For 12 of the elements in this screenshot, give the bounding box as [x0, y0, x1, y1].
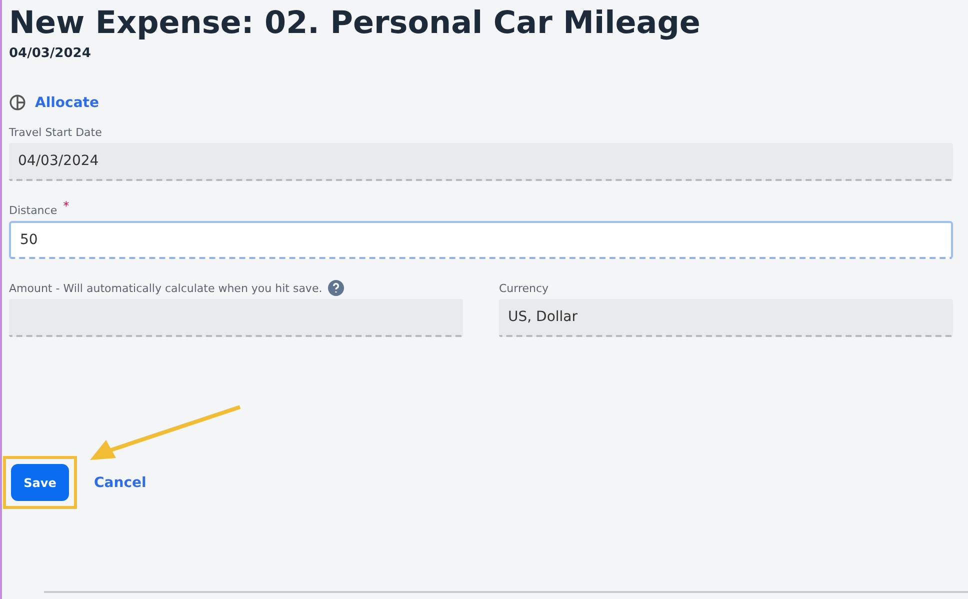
required-mark: * [63, 199, 70, 213]
allocate-link[interactable]: Allocate [35, 94, 99, 110]
page-title: New Expense: 02. Personal Car Mileage [9, 4, 702, 43]
field-label: Distance [9, 204, 58, 216]
field-label: Amount - Will automatically calculate when you hit save. [9, 282, 322, 294]
cancel-link[interactable]: Cancel [94, 474, 146, 490]
field-label: Currency [499, 282, 549, 294]
field-label: Travel Start Date [9, 126, 102, 138]
save-button[interactable]: Save [11, 464, 69, 501]
input-field[interactable]: 50 [9, 221, 953, 259]
expense-date: 04/03/2024 [9, 46, 92, 61]
allocate-icon [9, 94, 26, 111]
